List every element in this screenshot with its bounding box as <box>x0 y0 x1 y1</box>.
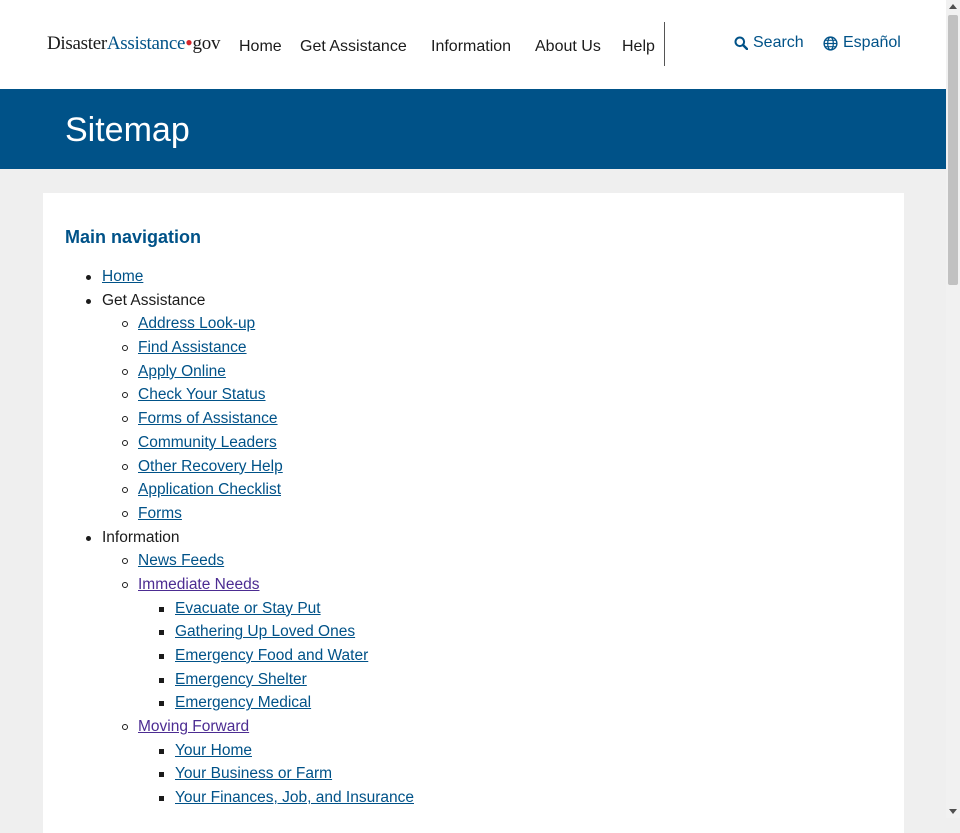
bullet-icon <box>122 321 128 328</box>
sitemap-item: Home <box>43 265 904 289</box>
sitemap-item: Gathering Up Loved Ones <box>43 620 904 644</box>
sitemap-link[interactable]: Your Business or Farm <box>175 765 332 782</box>
nav-help[interactable]: Help <box>622 38 655 56</box>
sitemap-item: Immediate Needs <box>43 573 904 597</box>
sitemap-item: Emergency Shelter <box>43 668 904 692</box>
logo-dot: • <box>185 30 193 55</box>
logo-text-gov: gov <box>192 33 221 54</box>
bullet-icon <box>86 275 91 280</box>
sitemap-link[interactable]: Check Your Status <box>138 386 266 403</box>
sitemap-heading: Main navigation <box>65 227 202 247</box>
sitemap-item: Information <box>43 526 904 550</box>
sitemap-item: News Feeds <box>43 549 904 573</box>
sitemap-item: Your Finances, Job, and Insurance <box>43 786 904 810</box>
page-scrollbar[interactable] <box>946 0 960 818</box>
bullet-icon <box>122 368 128 375</box>
nav-home[interactable]: Home <box>239 38 282 56</box>
sitemap-item: Other Recovery Help <box>43 455 904 479</box>
bullet-icon <box>122 392 128 399</box>
sitemap-tree: Home Get Assistance Address Look-up Find As… <box>43 265 904 810</box>
bullet-icon <box>86 298 91 304</box>
bullet-icon <box>159 677 164 683</box>
search-label: Search <box>753 34 804 51</box>
bullet-icon <box>122 724 128 731</box>
sitemap-item: Check Your Status <box>43 383 904 407</box>
search-button[interactable]: Search <box>734 34 804 52</box>
nav-get-assistance[interactable]: Get Assistance <box>300 38 407 56</box>
sitemap-link[interactable]: Apply Online <box>138 363 226 380</box>
sitemap-link[interactable]: Find Assistance <box>138 339 247 356</box>
site-logo[interactable]: DisasterAssistance•gov <box>47 30 221 55</box>
bullet-icon <box>159 630 164 636</box>
sitemap-link[interactable]: Emergency Shelter <box>175 671 307 688</box>
bullet-icon <box>159 701 164 707</box>
globe-icon <box>823 35 838 51</box>
sitemap-item: Application Checklist <box>43 478 904 502</box>
sitemap-item: Your Home <box>43 739 904 763</box>
language-label: Español <box>843 34 901 51</box>
sitemap-item: Find Assistance <box>43 336 904 360</box>
logo-text-disaster: Disaster <box>47 33 107 54</box>
sitemap-link[interactable]: Emergency Food and Water <box>175 647 368 664</box>
site-header: DisasterAssistance•gov Home Get Assistan… <box>0 0 946 89</box>
sitemap-link[interactable]: Your Home <box>175 742 252 759</box>
sitemap-item: Emergency Medical <box>43 691 904 715</box>
sitemap-item: Moving Forward <box>43 715 904 739</box>
sitemap-link[interactable]: Forms of Assistance <box>138 410 278 427</box>
sitemap-link[interactable]: Forms <box>138 505 182 522</box>
sitemap-link[interactable]: Immediate Needs <box>138 576 259 593</box>
logo-text-assistance: Assistance <box>106 33 186 54</box>
sitemap-link[interactable]: Emergency Medical <box>175 694 311 711</box>
sitemap-item: Apply Online <box>43 360 904 384</box>
bullet-icon <box>159 654 164 659</box>
bullet-icon <box>86 535 91 541</box>
sitemap-link[interactable]: Other Recovery Help <box>138 458 283 475</box>
sitemap-item: Get Assistance <box>43 289 904 313</box>
bullet-icon <box>159 796 164 802</box>
sitemap-item: Your Business or Farm <box>43 762 904 786</box>
sitemap-link[interactable]: Moving Forward <box>138 718 249 735</box>
sitemap-link[interactable]: Home <box>102 268 143 285</box>
sitemap-link[interactable]: Your Finances, Job, and Insurance <box>175 789 414 806</box>
search-icon <box>734 36 748 50</box>
sitemap-link[interactable]: Application Checklist <box>138 481 281 498</box>
bullet-icon <box>122 558 128 565</box>
bullet-icon <box>159 772 164 778</box>
sitemap-item: Community Leaders <box>43 431 904 455</box>
sitemap-item: Emergency Food and Water <box>43 644 904 668</box>
nav-divider <box>664 22 665 66</box>
sitemap-link[interactable]: Address Look-up <box>138 315 255 332</box>
sitemap-section-label: Information <box>102 528 180 546</box>
sitemap-item: Evacuate or Stay Put <box>43 597 904 621</box>
scroll-thumb[interactable] <box>948 15 958 285</box>
bullet-icon <box>122 463 128 470</box>
nav-information[interactable]: Information <box>431 38 511 56</box>
language-toggle[interactable]: Español <box>823 34 901 52</box>
bullet-icon <box>159 606 164 612</box>
bullet-icon <box>122 416 128 423</box>
sitemap-section-label: Get Assistance <box>102 291 206 309</box>
sitemap-card: Main navigation Home Get Assistance Addres… <box>43 193 904 833</box>
bullet-icon <box>122 439 128 446</box>
page-title: Sitemap <box>65 111 190 149</box>
page-banner: Sitemap <box>0 89 946 169</box>
scroll-down-arrow-icon[interactable] <box>949 809 957 814</box>
nav-about-us[interactable]: About Us <box>535 38 601 56</box>
sitemap-item: Forms of Assistance <box>43 407 904 431</box>
sitemap-link[interactable]: Gathering Up Loved Ones <box>175 623 355 640</box>
sitemap-item: Address Look-up <box>43 312 904 336</box>
bullet-icon <box>122 510 128 517</box>
sitemap-link[interactable]: Community Leaders <box>138 434 277 451</box>
bullet-icon <box>159 748 164 754</box>
sitemap-link[interactable]: Evacuate or Stay Put <box>175 600 321 617</box>
sitemap-item: Forms <box>43 502 904 526</box>
bullet-icon <box>122 345 128 352</box>
bullet-icon <box>122 487 128 494</box>
scroll-up-arrow-icon[interactable] <box>949 4 957 9</box>
bullet-icon <box>122 581 128 588</box>
sitemap-link[interactable]: News Feeds <box>138 552 224 569</box>
